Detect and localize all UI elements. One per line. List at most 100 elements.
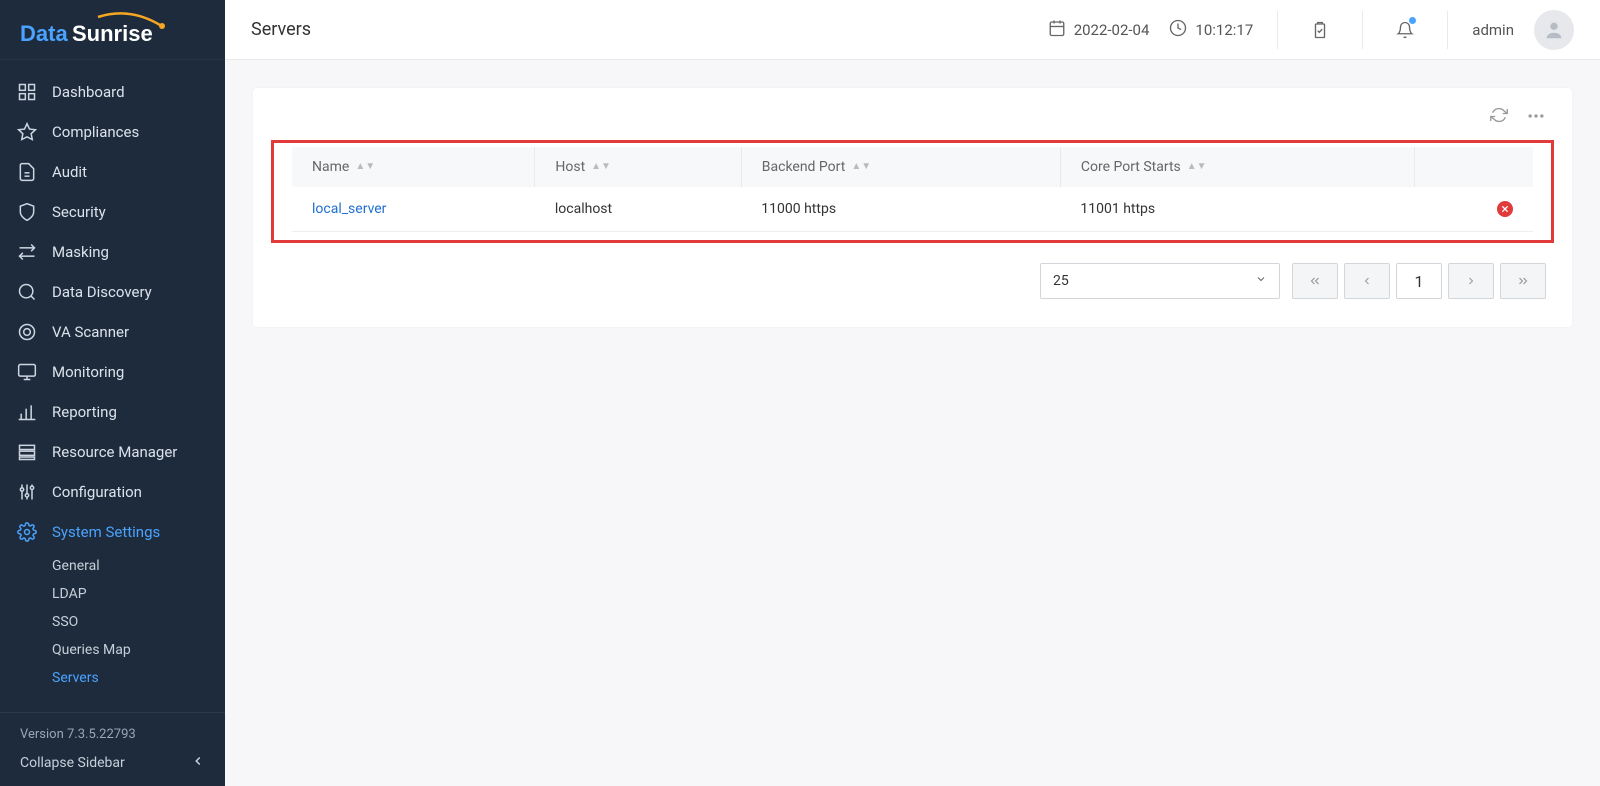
user-icon xyxy=(1543,19,1565,41)
subnav-label: General xyxy=(52,558,100,574)
sidebar-item-label: System Settings xyxy=(52,523,160,541)
refresh-icon xyxy=(1490,106,1508,124)
more-button[interactable] xyxy=(1526,106,1546,130)
target-icon xyxy=(16,321,38,343)
col-name-header[interactable]: Name▲▼ xyxy=(292,147,535,187)
sidebar-item-label: VA Scanner xyxy=(52,323,129,341)
collapse-sidebar-button[interactable]: Collapse Sidebar xyxy=(20,754,205,772)
close-icon xyxy=(1501,205,1509,213)
notifications-button[interactable] xyxy=(1387,12,1423,48)
sidebar-item-label: Monitoring xyxy=(52,363,124,381)
separator xyxy=(1362,11,1363,49)
avatar-button[interactable] xyxy=(1534,10,1574,50)
col-host-header[interactable]: Host ▲▼ xyxy=(535,147,741,187)
search-icon xyxy=(16,281,38,303)
user-name: admin xyxy=(1472,21,1514,39)
sidebar-item-monitoring[interactable]: Monitoring xyxy=(0,352,225,392)
cell-backend-port: 11000 https xyxy=(741,187,1060,232)
sidebar-item-label: Dashboard xyxy=(52,83,125,101)
subnav-ldap[interactable]: LDAP xyxy=(52,580,225,608)
star-icon xyxy=(16,121,38,143)
gear-icon xyxy=(16,521,38,543)
subnav-label: Servers xyxy=(52,670,99,686)
col-core-port-header[interactable]: Core Port Starts ▲▼ xyxy=(1060,147,1414,187)
sidebar-footer: Version 7.3.5.22793 Collapse Sidebar xyxy=(0,712,225,786)
col-actions-header xyxy=(1414,147,1533,187)
subnav-servers[interactable]: Servers xyxy=(52,664,225,692)
sort-icon: ▲▼ xyxy=(591,164,611,170)
next-page-button[interactable] xyxy=(1448,263,1494,299)
page-size-select[interactable]: 25 xyxy=(1040,263,1280,299)
page-number: 1 xyxy=(1415,272,1424,291)
logo: Data Sunrise xyxy=(0,0,225,60)
sidebar: Data Sunrise Dashboard Compliances Audit… xyxy=(0,0,225,786)
col-label: Name xyxy=(312,159,349,175)
sidebar-item-resource-manager[interactable]: Resource Manager xyxy=(0,432,225,472)
clock-icon xyxy=(1169,19,1187,41)
date-group: 2022-02-04 xyxy=(1048,19,1150,41)
sidebar-item-security[interactable]: Security xyxy=(0,192,225,232)
svg-text:Sunrise: Sunrise xyxy=(72,21,153,46)
datasunrise-logo-icon: Data Sunrise xyxy=(20,11,180,49)
delete-button[interactable] xyxy=(1497,201,1513,217)
stack-icon xyxy=(16,441,38,463)
server-name-link[interactable]: local_server xyxy=(312,201,386,217)
sidebar-item-compliances[interactable]: Compliances xyxy=(0,112,225,152)
shield-icon xyxy=(16,201,38,223)
sort-icon: ▲▼ xyxy=(1187,164,1207,170)
subnav-sso[interactable]: SSO xyxy=(52,608,225,636)
sidebar-item-masking[interactable]: Masking xyxy=(0,232,225,272)
chart-icon xyxy=(16,401,38,423)
calendar-icon xyxy=(1048,19,1066,41)
sliders-icon xyxy=(16,481,38,503)
svg-text:Data: Data xyxy=(20,21,68,46)
chevron-left-icon xyxy=(191,754,205,772)
clipboard-icon xyxy=(1311,21,1329,39)
topbar-right: 2022-02-04 10:12:17 admin xyxy=(1048,10,1574,50)
sidebar-item-label: Masking xyxy=(52,243,109,261)
separator xyxy=(1447,11,1448,49)
document-icon xyxy=(16,161,38,183)
sidebar-item-label: Resource Manager xyxy=(52,443,177,461)
prev-page-button[interactable] xyxy=(1344,263,1390,299)
col-label: Backend Port xyxy=(762,159,846,175)
refresh-button[interactable] xyxy=(1490,106,1508,130)
page-number-button[interactable]: 1 xyxy=(1396,263,1442,299)
version-text: Version 7.3.5.22793 xyxy=(20,727,205,742)
clipboard-button[interactable] xyxy=(1302,12,1338,48)
col-backend-port-header[interactable]: Backend Port▲▼ xyxy=(741,147,1060,187)
first-page-button[interactable] xyxy=(1292,263,1338,299)
sidebar-item-dashboard[interactable]: Dashboard xyxy=(0,72,225,112)
subnav-label: LDAP xyxy=(52,586,87,602)
servers-table: Name▲▼ Host▲▼ Backend Port▲▼ Core Port S… xyxy=(292,147,1533,232)
monitor-icon xyxy=(16,361,38,383)
card-actions xyxy=(253,106,1572,140)
chevron-down-icon xyxy=(1255,273,1267,289)
notification-dot xyxy=(1409,17,1416,24)
time-group: 10:12:17 xyxy=(1169,19,1253,41)
sidebar-item-label: Reporting xyxy=(52,403,117,421)
col-label: Host xyxy=(555,159,585,175)
topbar: Servers 2022-02-04 10:12:17 xyxy=(225,0,1600,60)
subnav-queries-map[interactable]: Queries Map xyxy=(52,636,225,664)
time-text: 10:12:17 xyxy=(1195,21,1253,39)
subnav-label: SSO xyxy=(52,614,78,630)
chevron-right-icon xyxy=(1465,275,1477,287)
pagination-row: 25 1 xyxy=(253,243,1572,299)
subnav-general[interactable]: General xyxy=(52,552,225,580)
chevron-left-icon xyxy=(1361,275,1373,287)
last-page-button[interactable] xyxy=(1500,263,1546,299)
sidebar-item-audit[interactable]: Audit xyxy=(0,152,225,192)
table-row: local_server localhost 11000 https 11001… xyxy=(292,187,1533,232)
sidebar-item-data-discovery[interactable]: Data Discovery xyxy=(0,272,225,312)
sidebar-item-reporting[interactable]: Reporting xyxy=(0,392,225,432)
col-label: Core Port Starts xyxy=(1081,159,1181,175)
content: Name▲▼ Host▲▼ Backend Port▲▼ Core Port S… xyxy=(225,60,1600,786)
sidebar-item-system-settings[interactable]: System Settings xyxy=(0,512,225,552)
servers-table-highlight: Name▲▼ Host▲▼ Backend Port▲▼ Core Port S… xyxy=(271,140,1554,243)
sidebar-item-label: Compliances xyxy=(52,123,139,141)
page-title: Servers xyxy=(251,19,311,40)
system-settings-subnav: General LDAP SSO Queries Map Servers xyxy=(0,552,225,692)
sidebar-item-va-scanner[interactable]: VA Scanner xyxy=(0,312,225,352)
sidebar-item-configuration[interactable]: Configuration xyxy=(0,472,225,512)
